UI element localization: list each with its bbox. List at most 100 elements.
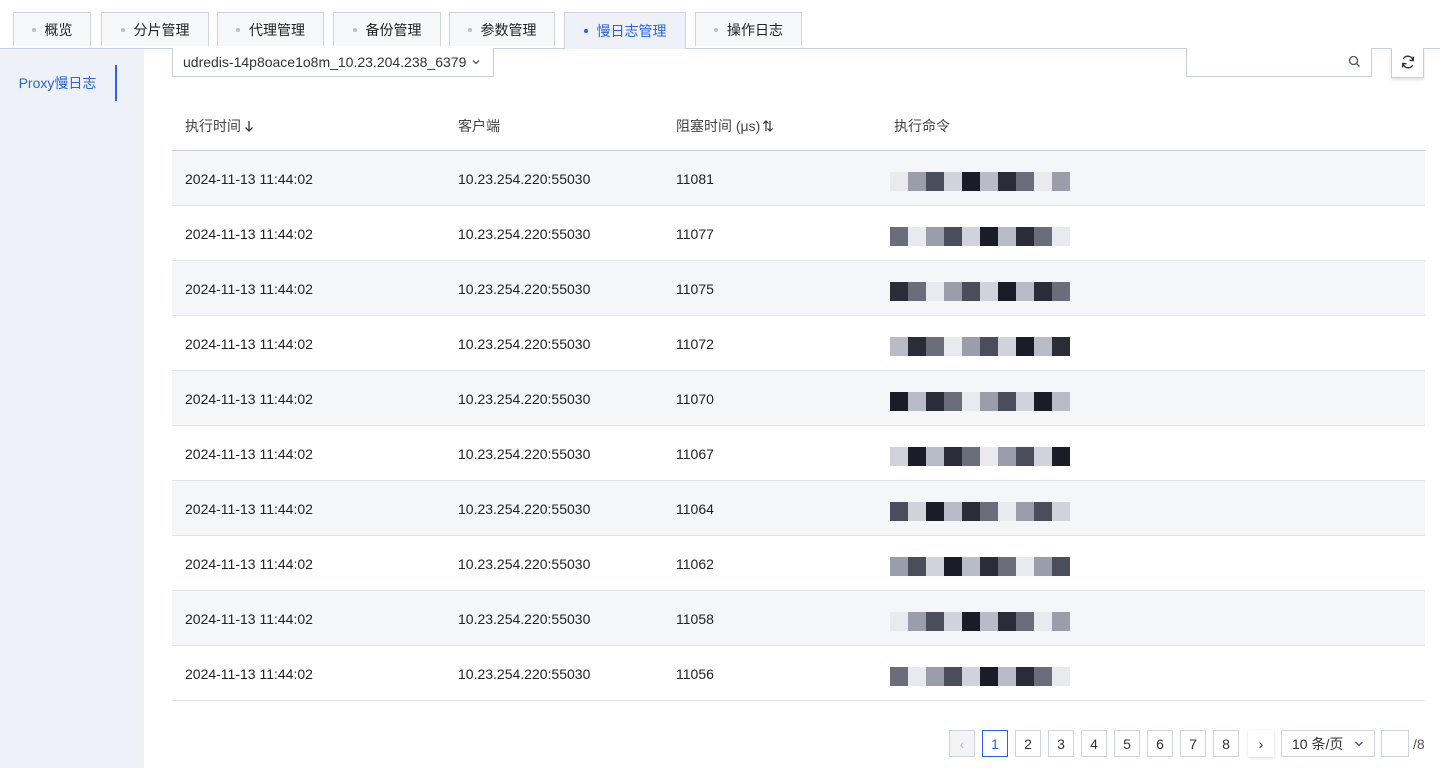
redaction-block (890, 667, 908, 686)
redaction-block (1016, 502, 1034, 521)
cell-block-time: 11058 (676, 611, 714, 627)
redaction-block (908, 447, 926, 466)
table-body: 2024-11-13 11:44:02 10.23.254.220:55030 11… (172, 151, 1425, 701)
cell-command-redacted (890, 274, 1080, 302)
redaction-block (998, 557, 1016, 576)
tab-slowlog-management[interactable]: 慢日志管理 (564, 12, 686, 49)
cell-client: 10.23.254.220:55030 (458, 501, 591, 517)
table-row: 2024-11-13 11:44:02 10.23.254.220:55030 11… (172, 646, 1425, 701)
redaction-block (998, 502, 1016, 521)
redaction-block (1034, 392, 1052, 411)
redaction-block (926, 337, 944, 356)
cell-exec-time: 2024-11-13 11:44:02 (185, 666, 313, 682)
tab-label: 慢日志管理 (596, 23, 667, 39)
redaction-block (926, 667, 944, 686)
instance-select[interactable]: udredis-14p8oace1o8m_10.23.204.238_6379 (172, 48, 494, 77)
tab-shard-management[interactable]: 分片管理 (101, 12, 209, 46)
redaction-block (1052, 502, 1070, 521)
page-button-2[interactable]: 2 (1015, 730, 1041, 757)
tab-backup-management[interactable]: 备份管理 (333, 12, 441, 46)
cell-client: 10.23.254.220:55030 (458, 171, 591, 187)
redaction-block (1052, 612, 1070, 631)
page-button-5[interactable]: 5 (1114, 730, 1140, 757)
page-button-3[interactable]: 3 (1048, 730, 1074, 757)
table-row: 2024-11-13 11:44:02 10.23.254.220:55030 11… (172, 536, 1425, 591)
redaction-block (908, 282, 926, 301)
redaction-block (962, 337, 980, 356)
search-input[interactable] (1187, 48, 1347, 77)
table-row: 2024-11-13 11:44:02 10.23.254.220:55030 11… (172, 206, 1425, 261)
redaction-block (944, 502, 962, 521)
redaction-block (944, 447, 962, 466)
redaction-block (1016, 557, 1034, 576)
page-button-1[interactable]: 1 (982, 730, 1008, 757)
cell-client: 10.23.254.220:55030 (458, 666, 591, 682)
sort-desc-icon[interactable] (243, 119, 255, 133)
cell-command-redacted (890, 329, 1080, 357)
redaction-block (1016, 227, 1034, 246)
redaction-block (908, 612, 926, 631)
redaction-block (962, 557, 980, 576)
sidebar-item-proxy-slowlog[interactable]: Proxy慢日志 (0, 65, 117, 101)
header-label: 执行命令 (894, 118, 950, 134)
redaction-block (980, 502, 998, 521)
redaction-block (998, 227, 1016, 246)
tab-parameter-management[interactable]: 参数管理 (449, 12, 555, 46)
table-row: 2024-11-13 11:44:02 10.23.254.220:55030 11… (172, 261, 1425, 316)
cell-command-redacted (890, 494, 1080, 522)
table-row: 2024-11-13 11:44:02 10.23.254.220:55030 11… (172, 316, 1425, 371)
slowlog-table: 执行时间 客户端 阻塞时间 (μs) 执行命令 2024-11-13 11:44… (172, 96, 1425, 701)
cell-client: 10.23.254.220:55030 (458, 391, 591, 407)
refresh-button[interactable] (1391, 48, 1424, 78)
redaction-block (998, 667, 1016, 686)
redaction-block (890, 227, 908, 246)
redaction-block (1052, 282, 1070, 301)
redaction-block (890, 282, 908, 301)
header-block-time[interactable]: 阻塞时间 (μs) (676, 116, 774, 136)
redaction-block (1016, 282, 1034, 301)
cell-block-time: 11081 (676, 171, 714, 187)
redaction-block (998, 282, 1016, 301)
redaction-block (944, 557, 962, 576)
page-button-7[interactable]: 7 (1180, 730, 1206, 757)
redaction-block (980, 447, 998, 466)
redaction-block (998, 337, 1016, 356)
page-button-6[interactable]: 6 (1147, 730, 1173, 757)
tab-dot (467, 27, 472, 32)
redaction-block (1034, 502, 1052, 521)
page-button-4[interactable]: 4 (1081, 730, 1107, 757)
cell-exec-time: 2024-11-13 11:44:02 (185, 391, 313, 407)
tab-label: 备份管理 (365, 21, 422, 38)
prev-page-button[interactable]: ‹ (949, 730, 975, 757)
header-exec-time[interactable]: 执行时间 (185, 116, 255, 136)
redaction-block (980, 227, 998, 246)
sort-icon[interactable] (762, 119, 774, 133)
header-command: 执行命令 (894, 116, 950, 136)
search-icon[interactable] (1348, 55, 1361, 68)
cell-command-redacted (890, 604, 1080, 632)
cell-command-redacted (890, 219, 1080, 247)
cell-client: 10.23.254.220:55030 (458, 226, 591, 242)
tab-operation-log[interactable]: 操作日志 (695, 12, 802, 46)
redaction-block (908, 172, 926, 191)
next-page-icon: › (1258, 735, 1264, 752)
table-row: 2024-11-13 11:44:02 10.23.254.220:55030 11… (172, 591, 1425, 646)
cell-client: 10.23.254.220:55030 (458, 556, 591, 572)
tab-overview[interactable]: 概览 (13, 12, 91, 46)
tab-dot (352, 27, 357, 32)
page-jump-input[interactable] (1382, 731, 1412, 758)
redaction-block (980, 172, 998, 191)
cell-exec-time: 2024-11-13 11:44:02 (185, 281, 313, 297)
tab-label: 分片管理 (133, 21, 190, 38)
redaction-block (1034, 172, 1052, 191)
redaction-block (1034, 612, 1052, 631)
redaction-block (890, 337, 908, 356)
tab-proxy-management[interactable]: 代理管理 (217, 12, 324, 46)
page-size-select[interactable]: 10 条/页 (1281, 730, 1375, 757)
redaction-block (962, 282, 980, 301)
table-row: 2024-11-13 11:44:02 10.23.254.220:55030 11… (172, 426, 1425, 481)
cell-command-redacted (890, 439, 1080, 467)
redaction-block (926, 502, 944, 521)
page-button-8[interactable]: 8 (1213, 730, 1239, 757)
next-page-button[interactable]: › (1248, 730, 1274, 757)
